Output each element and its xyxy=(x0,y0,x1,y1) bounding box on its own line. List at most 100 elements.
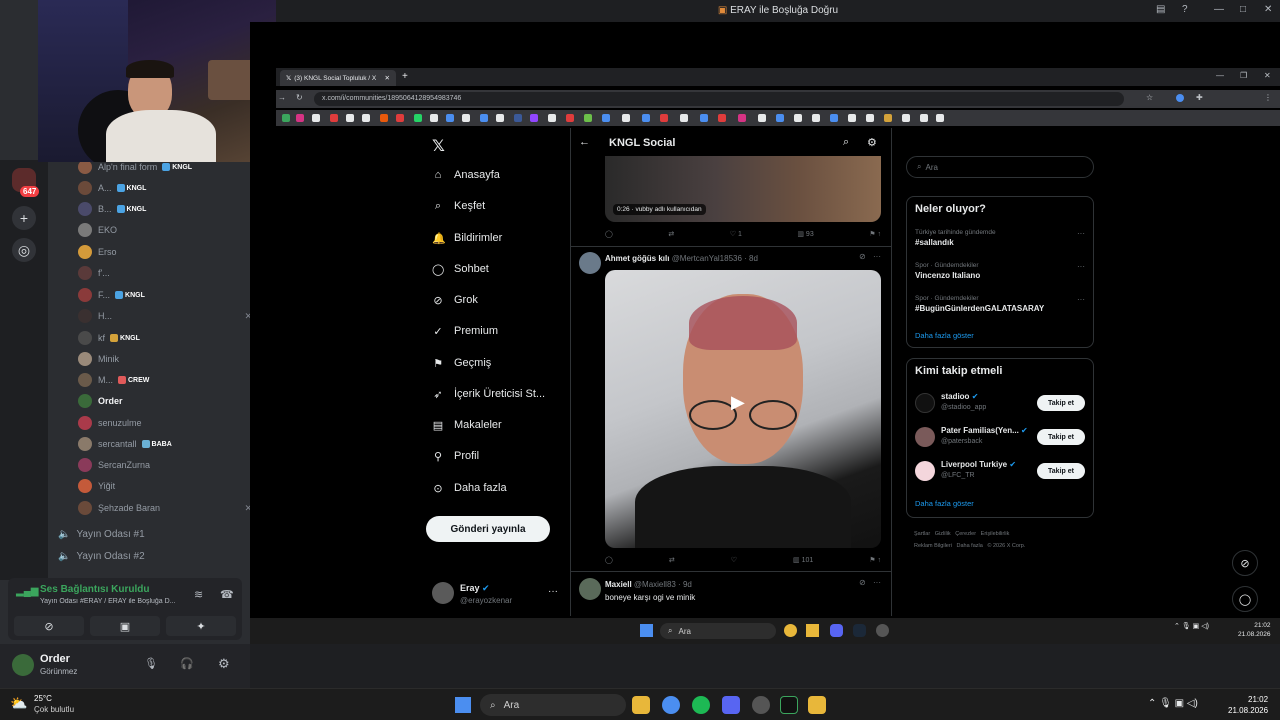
add-server-icon[interactable]: + xyxy=(12,206,36,230)
video-thumbnail[interactable]: 0:26 · vubby adlı kullanıcıdan xyxy=(605,156,881,222)
nav-item-profile[interactable]: ⚲ Profil xyxy=(432,450,479,463)
voice-channel[interactable]: 🔈 Yayın Odası #1 xyxy=(58,529,145,540)
nav-item-home[interactable]: ⌂ Anasayfa xyxy=(432,169,500,181)
headphones-icon[interactable]: 🎧 xyxy=(180,657,194,670)
footer-link[interactable]: Erişilebilirlik xyxy=(981,531,1010,537)
views-button[interactable]: ▥ 101 xyxy=(793,556,813,564)
reload-icon[interactable]: ↻ xyxy=(296,93,303,102)
voice-channel[interactable]: 🔈 Yayın Odası #2 xyxy=(58,551,145,562)
bookmark-icon[interactable] xyxy=(830,114,838,122)
search-input[interactable]: ⌕ Ara xyxy=(906,156,1094,178)
noise-suppression-icon[interactable]: ≋ xyxy=(194,588,203,601)
like-button[interactable]: ♡ 1 xyxy=(730,230,742,238)
play-icon[interactable]: ▶ xyxy=(731,392,745,413)
browser-minimize-icon[interactable]: — xyxy=(1216,71,1224,80)
bookmark-icon[interactable] xyxy=(312,114,320,122)
bookmark-icon[interactable] xyxy=(362,114,370,122)
menu-icon[interactable]: ⋮ xyxy=(1264,93,1272,102)
bookmark-icon[interactable] xyxy=(718,114,726,122)
nav-item-chat[interactable]: ◯ Sohbet xyxy=(432,263,489,276)
bookmark-icon[interactable] xyxy=(812,114,820,122)
bookmark-icon[interactable] xyxy=(462,114,470,122)
reply-icon[interactable]: ◯ xyxy=(605,556,613,564)
trend-item[interactable]: #BugünGünlerdenGALATASARAY xyxy=(915,304,1044,313)
more-icon[interactable]: ··· xyxy=(873,578,881,587)
file-explorer-icon[interactable] xyxy=(632,696,650,714)
avatar[interactable] xyxy=(579,252,601,274)
trend-item[interactable]: Vincenzo Italiano xyxy=(915,271,980,280)
list-item[interactable]: M... CREW xyxy=(78,370,149,390)
footer-link[interactable]: Daha fazla xyxy=(957,543,983,549)
spotify-icon[interactable] xyxy=(692,696,710,714)
bookmark-icon[interactable] xyxy=(330,114,338,122)
bookmark-icon[interactable] xyxy=(622,114,630,122)
star-icon[interactable]: ☆ xyxy=(1146,93,1153,102)
tab-close-icon[interactable]: ✕ xyxy=(385,74,390,82)
repost-icon[interactable]: ⇄ xyxy=(669,556,675,564)
post-button[interactable]: Gönderi yayınla xyxy=(426,516,550,542)
x-logo-icon[interactable]: 𝕏 xyxy=(432,136,445,156)
show-more-link[interactable]: Daha fazla göster xyxy=(915,499,974,508)
nav-item-creator-studio[interactable]: ➶ İçerik Üreticisi St... xyxy=(432,388,545,401)
nav-item-bookmarks[interactable]: ⚑ Geçmiş xyxy=(432,357,491,370)
list-item[interactable]: A... KNGL xyxy=(78,178,146,198)
bookmark-icon[interactable] xyxy=(584,114,592,122)
grok-icon[interactable]: ⊘ xyxy=(859,578,866,587)
grok-icon[interactable]: ⊘ xyxy=(859,252,866,261)
list-item[interactable]: sercantall BABA xyxy=(78,434,172,454)
views-button[interactable]: ▥ 93 xyxy=(797,230,813,238)
reply-icon[interactable]: ◯ xyxy=(605,230,613,238)
bookmark-icon[interactable] xyxy=(848,114,856,122)
community-settings-icon[interactable]: ⚙ xyxy=(867,136,877,149)
minimize-icon[interactable]: — xyxy=(1214,4,1224,15)
bookmark-icon[interactable] xyxy=(530,114,538,122)
footer-link[interactable]: Gizlilik xyxy=(935,531,951,537)
url-field[interactable]: x.com/i/communities/1895064128954983746 xyxy=(314,92,1124,106)
bookmark-icon[interactable] xyxy=(884,114,892,122)
avatar[interactable] xyxy=(432,582,454,604)
search-icon[interactable]: ⌕ xyxy=(843,136,849,149)
microphone-icon[interactable]: 🎙 xyxy=(144,657,158,670)
bookmark-icon[interactable] xyxy=(866,114,874,122)
bookmark-icon[interactable] xyxy=(480,114,488,122)
bookmark-icon[interactable] xyxy=(776,114,784,122)
bookmark-icon[interactable] xyxy=(346,114,354,122)
list-item[interactable]: Order xyxy=(78,391,123,411)
grok-float-icon[interactable]: ⊘ xyxy=(1232,550,1258,576)
tray-icons[interactable]: ⌃ 🎙 ▣ ◁) xyxy=(1148,698,1198,709)
footer-link[interactable]: Çerezler xyxy=(955,531,976,537)
bookmark-icon[interactable] xyxy=(380,114,388,122)
windows-start-icon[interactable] xyxy=(640,624,653,637)
repost-icon[interactable]: ⇄ xyxy=(668,230,674,238)
bookmark-icon[interactable] xyxy=(514,114,522,122)
bookmark-icon[interactable] xyxy=(758,114,766,122)
follow-button[interactable]: Takip et xyxy=(1037,463,1085,479)
steam-icon[interactable] xyxy=(853,624,866,637)
avatar[interactable] xyxy=(915,427,935,447)
more-icon[interactable]: ··· xyxy=(1077,262,1085,271)
list-item[interactable]: f'... xyxy=(78,263,110,283)
bookmark-icon[interactable] xyxy=(548,114,556,122)
weather-icon[interactable]: ⛅ xyxy=(10,695,27,712)
bookmark-icon[interactable] xyxy=(566,114,574,122)
avatar[interactable] xyxy=(579,578,601,600)
bookmark-icon[interactable] xyxy=(660,114,668,122)
screen-share-button[interactable]: ▣ xyxy=(90,616,160,636)
app-icon[interactable] xyxy=(752,696,770,714)
more-icon[interactable]: ··· xyxy=(873,252,881,261)
discover-icon[interactable]: ◎ xyxy=(12,238,36,262)
discord-icon[interactable] xyxy=(722,696,740,714)
bookmark-icon[interactable]: ⚑ ↑ xyxy=(869,556,881,564)
tray-icons[interactable]: ⌃ 🎙 ▣ ◁) xyxy=(1174,622,1209,630)
trend-item[interactable]: #sallandık xyxy=(915,238,954,247)
bookmark-icon[interactable] xyxy=(920,114,928,122)
clock[interactable]: 21:02 21.08.2026 xyxy=(1238,621,1271,639)
list-item[interactable]: senuzulme xyxy=(78,413,142,433)
avatar[interactable] xyxy=(12,654,34,676)
list-item[interactable]: F... KNGL xyxy=(78,285,145,305)
bookmark-icon[interactable] xyxy=(642,114,650,122)
nav-item-premium[interactable]: ✓ Premium xyxy=(432,325,498,338)
chrome-icon[interactable] xyxy=(662,696,680,714)
list-item[interactable]: Yiğit xyxy=(78,476,115,496)
nav-item-articles[interactable]: ▤ Makaleler xyxy=(432,419,502,432)
